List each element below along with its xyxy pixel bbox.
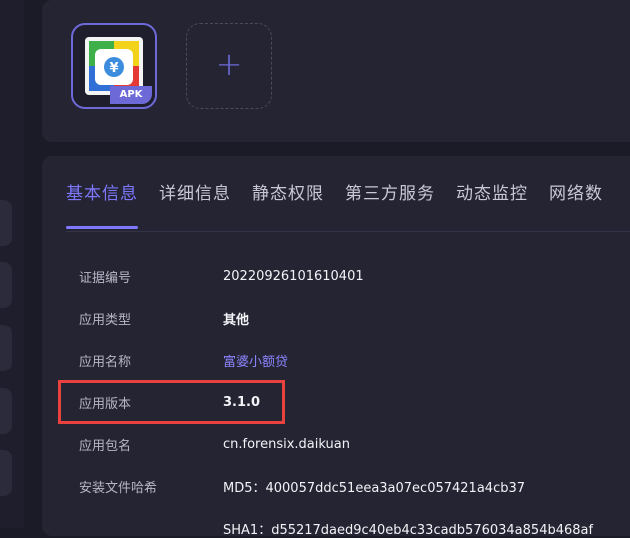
sha1-hash-value: SHA1：d55217daed9c40eb4c33cadb576034a854b… [223,522,594,538]
package-name-value: cn.forensix.daikuan [223,436,350,452]
info-row-app-name: 应用名称 富婆小额贷 [79,350,288,370]
tab-dynamic-monitoring[interactable]: 动态监控 [456,183,528,228]
sidebar-item[interactable] [0,388,12,434]
sidebar-item[interactable] [0,262,12,308]
md5-hash-value: MD5：400057ddc51eea3a07ec057421a4cb37 [223,480,526,496]
info-row-app-type: 应用类型 其他 [79,308,249,328]
info-label: 应用包名 [79,438,132,454]
tab-detail-info[interactable]: 详细信息 [159,183,231,228]
info-label: 安装文件哈希 [79,480,158,496]
apk-file-tile[interactable]: ¥ APK [71,23,157,109]
app-name-link[interactable]: 富婆小额贷 [223,351,288,370]
tab-network-data[interactable]: 网络数 [549,183,603,228]
sidebar-item[interactable] [0,450,12,496]
tab-third-party-services[interactable]: 第三方服务 [345,183,435,228]
apk-badge: APK [110,86,152,104]
info-tabs: 基本信息 详细信息 静态权限 第三方服务 动态监控 网络数 [66,183,630,232]
sidebar-item[interactable] [0,325,12,371]
info-row-sha1: SHA1：d55217daed9c40eb4c33cadb576034a854b… [79,518,593,538]
info-label: 应用类型 [79,312,132,328]
sidebar-item[interactable] [0,200,12,246]
info-row-evidence-no: 证据编号 20220926101610401 [79,266,364,286]
info-row-package-name: 应用包名 cn.forensix.daikuan [79,434,350,454]
svg-text:¥: ¥ [109,61,118,76]
tab-basic-info[interactable]: 基本信息 [66,183,138,229]
info-label: 证据编号 [79,270,132,286]
info-row-file-hash: 安装文件哈希 MD5：400057ddc51eea3a07ec057421a4c… [79,476,525,496]
version-highlight-box [58,380,285,424]
app-type-value: 其他 [223,312,250,328]
tab-static-permissions[interactable]: 静态权限 [252,183,324,228]
info-label: 应用名称 [79,354,132,370]
left-sidebar [0,0,24,528]
evidence-no-value: 20220926101610401 [223,268,364,284]
add-app-button[interactable]: + [186,23,272,109]
